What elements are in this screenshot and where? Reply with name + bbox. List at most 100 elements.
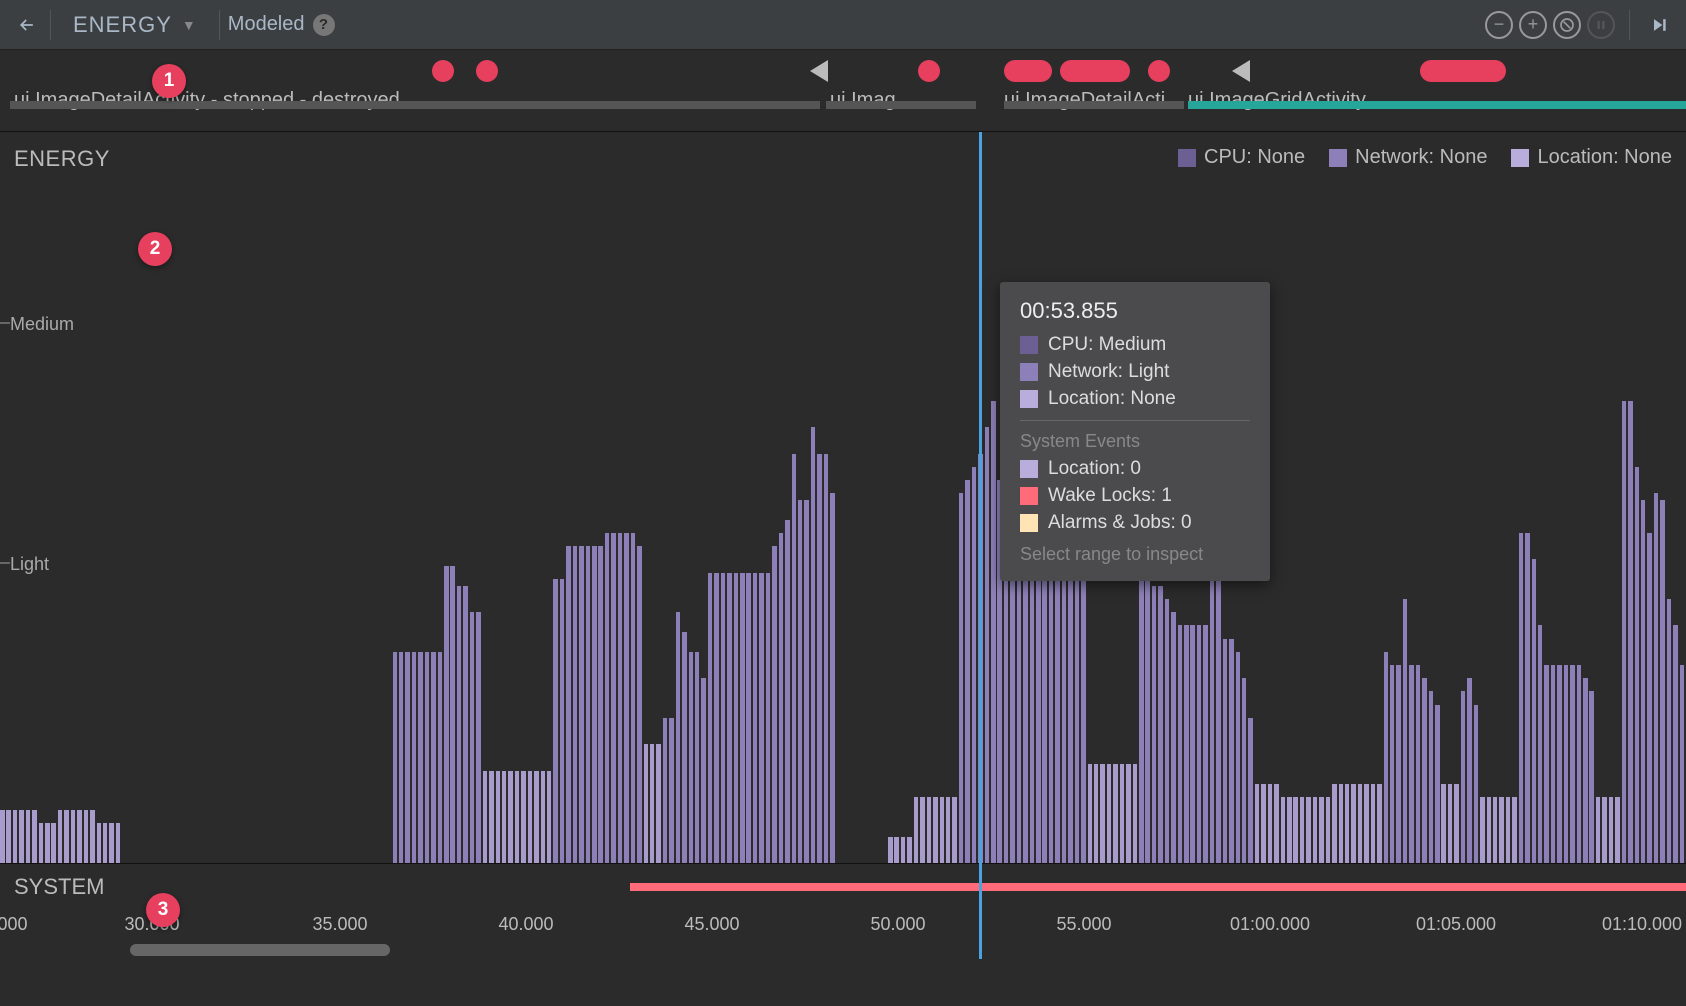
chart-bar [824,454,829,863]
back-button[interactable] [12,10,42,40]
chart-bar [1133,764,1138,863]
chart-bar [1178,625,1183,863]
tooltip-network: Network: Light [1048,361,1169,383]
chart-bar [894,837,899,863]
chart-bar [1030,573,1035,863]
chart-bar [444,566,449,863]
chart-bar [1094,764,1099,863]
chart-bar [753,573,758,863]
reset-zoom-button[interactable] [1553,11,1581,39]
chart-bar [1223,639,1228,863]
chart-bar [669,718,674,863]
chart-bar [1281,797,1286,863]
chart-bar [650,744,655,863]
chart-bar [1474,705,1479,863]
chart-bar [1583,678,1588,863]
chart-bar [946,797,951,863]
chart-bar [1429,691,1434,863]
back-event-icon [810,60,828,82]
go-live-button[interactable] [1644,10,1674,40]
chart-bar [431,652,436,863]
chart-bar [1364,784,1369,863]
profiler-name: ENERGY [73,12,172,38]
scrollbar-thumb[interactable] [130,944,390,956]
chart-bar [393,652,398,863]
time-tick: 40.000 [498,914,553,935]
help-icon[interactable]: ? [313,14,335,36]
chevron-down-icon: ▼ [182,17,197,33]
time-axis[interactable]: 25.00030.00035.00040.00045.00050.00055.0… [0,910,1686,960]
chart-bar [888,837,893,863]
chart-bar [6,810,11,863]
back-event-icon [1232,60,1250,82]
chart-bar [985,427,990,863]
chart-bar [991,401,996,863]
zoom-in-button[interactable]: + [1519,11,1547,39]
legend-cpu: CPU: None [1178,146,1305,169]
tooltip-cpu: CPU: Medium [1048,334,1166,356]
chart-bar [682,632,687,863]
chart-bar [586,546,591,863]
chart-bar [1628,401,1633,863]
time-tick: 01:00.000 [1230,914,1310,935]
chart-bar [1216,533,1221,863]
chart-legend: CPU: None Network: None Location: None [1178,146,1672,169]
chart-bar [1236,652,1241,863]
chart-bar [1152,586,1157,863]
system-lane[interactable]: SYSTEM [0,864,1686,910]
profiler-dropdown[interactable]: ENERGY ▼ [59,12,211,38]
chart-bar [927,797,932,863]
chart-bar [521,771,526,863]
chart-bar [412,652,417,863]
pause-button[interactable] [1587,11,1615,39]
chart-bar [766,573,771,863]
chart-bar [1577,665,1582,863]
event-dot [476,60,498,82]
chart-bar [1480,797,1485,863]
chart-bar [734,573,739,863]
chart-bar [1190,625,1195,863]
chart-bar [1467,678,1472,863]
chart-bar [779,533,784,863]
chart-bar [952,797,957,863]
chart-bar [1287,797,1292,863]
chart-bar [1680,665,1685,863]
chart-bar [721,573,726,863]
energy-chart[interactable]: ENERGY CPU: None Network: None Location:… [0,132,1686,864]
event-timeline[interactable]: ui.ImageDetailActivity - stopped - destr… [0,50,1686,132]
chart-bar [109,823,114,863]
chart-bar [1525,533,1530,863]
chart-bar [901,837,906,863]
chart-bar [1493,797,1498,863]
tooltip-time: 00:53.855 [1020,298,1250,324]
chart-bar [438,652,443,863]
chart-bar [97,823,102,863]
event-pill [1004,60,1052,82]
zoom-out-button[interactable]: − [1485,11,1513,39]
chart-bar [1107,764,1112,863]
chart-bar [624,533,629,863]
chart-bar [798,500,803,863]
chart-bar [830,493,835,863]
chart-bar [13,810,18,863]
chart-bar [534,771,539,863]
chart-bar [1100,764,1105,863]
time-tick: 01:05.000 [1416,914,1496,935]
event-dot [1148,60,1170,82]
chart-bar [45,823,50,863]
chart-bar [1293,797,1298,863]
chart-bar [1358,784,1363,863]
legend-location: Location: None [1511,146,1672,169]
chart-bar [1332,784,1337,863]
chart-bar [515,771,520,863]
chart-bar [592,546,597,863]
toolbar: ENERGY ▼ Modeled ? − + [0,0,1686,50]
chart-bar [1519,533,1524,863]
chart-bar [727,573,732,863]
playhead-cursor[interactable] [979,132,982,959]
chart-bar [1242,678,1247,863]
chart-bar [644,744,649,863]
chart-bar [103,823,108,863]
chart-bar [676,612,681,863]
chart-bar [1268,784,1273,863]
